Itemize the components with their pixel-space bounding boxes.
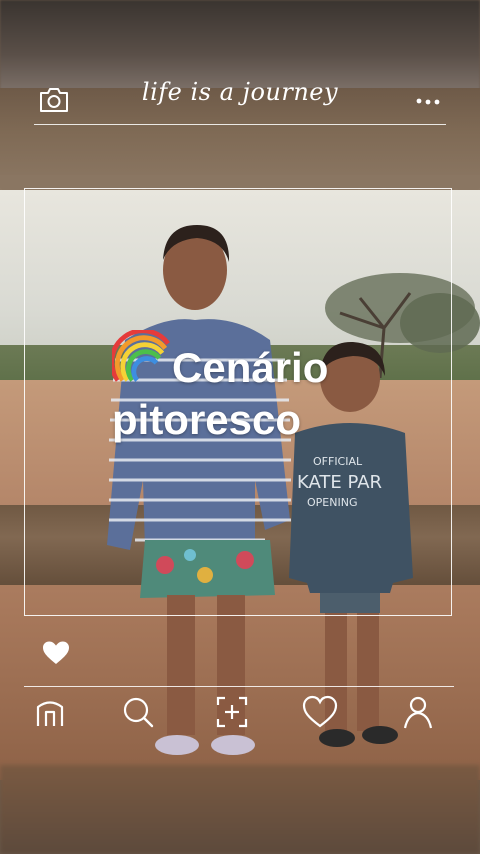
search-icon[interactable] [120, 694, 156, 730]
more-dots-icon[interactable] [414, 96, 442, 106]
home-icon[interactable] [32, 694, 68, 730]
header-divider [34, 124, 446, 125]
bottom-nav [0, 694, 480, 738]
heart-filled-icon[interactable] [42, 640, 70, 666]
heart-outline-icon[interactable] [302, 694, 338, 730]
profile-icon[interactable] [400, 694, 436, 730]
add-post-icon[interactable] [214, 694, 250, 730]
header-title: life is a journey [141, 78, 339, 106]
caption-text: Cenário pitoresco [112, 330, 452, 446]
footer-divider [24, 686, 454, 687]
blurred-bottom-band [0, 765, 480, 854]
camera-icon[interactable] [38, 86, 70, 114]
rainbow-icon [112, 330, 170, 382]
caption-line-1: Cenário [172, 344, 329, 391]
caption-line-2: pitoresco [112, 396, 302, 443]
blurred-top-band [0, 0, 480, 90]
